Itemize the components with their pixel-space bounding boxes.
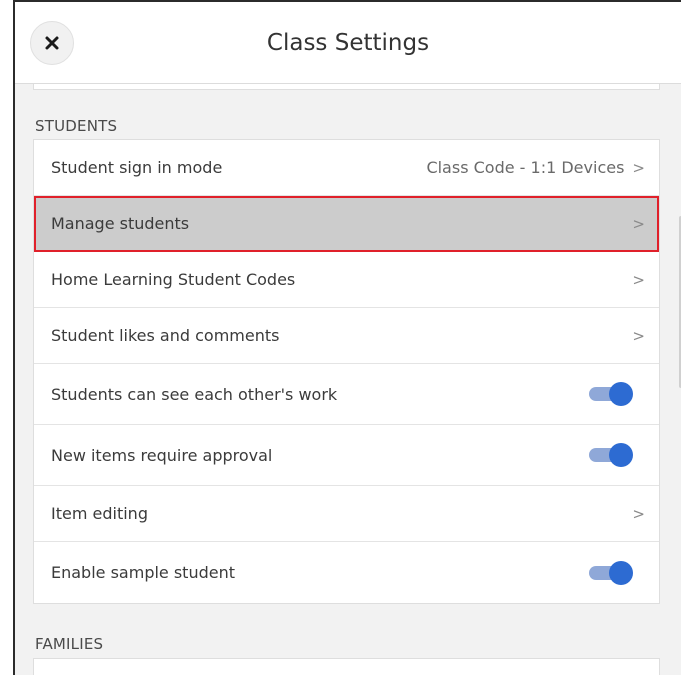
students-see-work-row: Students can see each other's work <box>34 364 659 425</box>
row-label: Student likes and comments <box>51 326 280 345</box>
students-card: Student sign in mode Class Code - 1:1 De… <box>33 139 660 604</box>
row-label: Students can see each other's work <box>51 384 338 404</box>
row-label: New items require approval <box>51 445 273 465</box>
row-label: Item editing <box>51 504 148 523</box>
row-label: Student sign in mode <box>51 158 223 177</box>
students-section-label: STUDENTS <box>35 117 118 135</box>
sign-in-mode-value: Class Code - 1:1 Devices <box>426 158 625 177</box>
row-label: Home Learning Student Codes <box>51 270 296 289</box>
enable-sample-student-toggle[interactable] <box>589 560 633 585</box>
item-editing-row[interactable]: Item editing > <box>34 486 659 542</box>
chevron-right-icon: > <box>632 158 645 177</box>
families-section-label: FAMILIES <box>35 635 104 653</box>
new-items-approval-row: New items require approval <box>34 425 659 486</box>
settings-panel: Class Settings STUDENTS Student sign in … <box>13 0 681 675</box>
families-card <box>33 658 660 675</box>
chevron-right-icon: > <box>632 326 645 345</box>
previous-card-bottom <box>33 84 660 90</box>
chevron-right-icon: > <box>632 504 645 523</box>
enable-sample-student-row: Enable sample student <box>34 542 659 603</box>
manage-students-row[interactable]: Manage students > <box>34 196 659 252</box>
header-bar: Class Settings <box>15 2 681 84</box>
row-label: Manage students <box>51 214 190 233</box>
chevron-right-icon: > <box>632 214 645 233</box>
student-likes-comments-row[interactable]: Student likes and comments > <box>34 308 659 364</box>
home-learning-student-codes-row[interactable]: Home Learning Student Codes > <box>34 252 659 308</box>
student-sign-in-mode-row[interactable]: Student sign in mode Class Code - 1:1 De… <box>34 140 659 196</box>
new-items-approval-toggle[interactable] <box>589 443 633 467</box>
chevron-right-icon: > <box>632 270 645 289</box>
row-label: Enable sample student <box>51 563 236 582</box>
toggle-knob <box>609 382 633 406</box>
toggle-knob <box>609 443 633 467</box>
page-title: Class Settings <box>266 30 430 56</box>
toggle-knob <box>609 560 633 585</box>
students-see-work-toggle[interactable] <box>589 382 633 406</box>
